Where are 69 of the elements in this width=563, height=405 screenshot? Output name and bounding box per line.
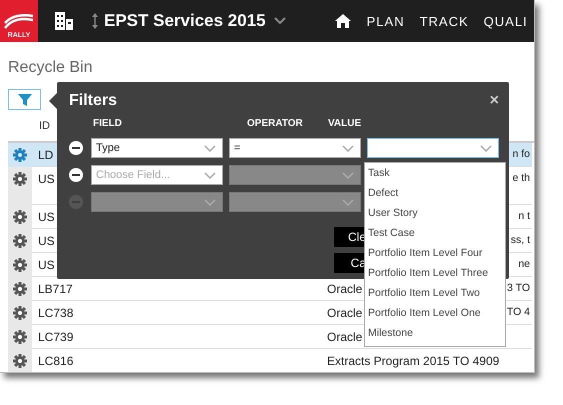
gear-icon — [13, 282, 27, 296]
row-gear-cell[interactable] — [8, 349, 32, 372]
building-icon[interactable] — [54, 11, 74, 31]
home-icon[interactable] — [334, 13, 352, 29]
chevron-down-icon — [342, 198, 354, 206]
nav-link[interactable]: TRACK — [420, 14, 469, 28]
name-cell-fragment: n fo — [512, 148, 530, 160]
value-dropdown[interactable] — [367, 138, 499, 158]
menu-option[interactable]: Milestone — [365, 323, 505, 343]
id-cell: US — [38, 210, 55, 224]
name-cell-fragment: e th — [512, 172, 530, 184]
name-cell-fragment: ss, t — [510, 234, 530, 246]
gear-icon — [13, 148, 27, 162]
gear-icon — [13, 258, 27, 272]
id-cell: US — [38, 172, 55, 186]
chevron-down-icon — [204, 144, 216, 152]
id-cell: LD — [38, 148, 54, 162]
gear-icon — [13, 354, 27, 368]
nav-link[interactable]: PLAN — [366, 14, 405, 28]
name-cell: Oracle — [327, 330, 362, 344]
dialog-title: Filters — [69, 92, 118, 110]
name-cell-fragment: n t — [518, 210, 530, 222]
table-row[interactable]: LC816 Extracts Program 2015 TO 4909 — [32, 349, 532, 372]
id-cell: LC738 — [38, 306, 74, 320]
menu-option[interactable]: Portfolio Item Level Two — [365, 283, 505, 303]
gear-icon — [13, 234, 27, 248]
nav-link[interactable]: QUALI — [484, 14, 528, 28]
field-dropdown[interactable]: Type — [91, 138, 223, 158]
chevron-down-icon — [204, 198, 216, 206]
column-label: VALUE — [328, 118, 362, 129]
chevron-down-icon — [342, 144, 354, 152]
arcs-icon — [4, 14, 34, 30]
row-gear-cell[interactable] — [8, 143, 32, 167]
column-label: OPERATOR — [247, 118, 303, 129]
row-gear-cell[interactable] — [8, 167, 32, 205]
name-cell: Extracts Program 2015 TO 4909 — [327, 354, 500, 368]
operator-dropdown[interactable]: = — [229, 138, 361, 158]
gear-icon — [13, 172, 27, 186]
id-cell: LC739 — [38, 330, 74, 344]
gear-icon — [13, 210, 27, 224]
funnel-icon — [18, 92, 32, 106]
id-cell: US — [38, 234, 55, 248]
name-cell-fragment: TO 4 — [506, 306, 530, 318]
menu-option[interactable]: Portfolio Item Level One — [365, 303, 505, 323]
id-cell: LB717 — [38, 282, 73, 296]
close-button[interactable]: × — [490, 92, 499, 110]
id-cell: LC816 — [38, 354, 74, 368]
name-cell-fragment: 3 TO — [507, 282, 530, 294]
up-down-arrow-icon[interactable] — [91, 12, 99, 30]
gear-icon — [13, 330, 27, 344]
chevron-down-icon — [480, 144, 492, 152]
remove-icon[interactable] — [69, 168, 83, 182]
filter-button[interactable] — [8, 89, 41, 110]
project-name[interactable]: EPST Services 2015 — [104, 11, 266, 31]
id-cell: US — [38, 258, 55, 272]
menu-option[interactable]: Defect — [365, 183, 505, 203]
chevron-down-icon[interactable] — [274, 17, 286, 25]
menu-option[interactable]: Task — [365, 163, 505, 183]
chevron-down-icon — [342, 172, 354, 178]
menu-option[interactable]: User Story — [365, 203, 505, 223]
gear-icon — [13, 306, 27, 320]
page-title: Recycle Bin — [8, 59, 94, 78]
name-cell: Oracle — [327, 306, 362, 320]
remove-icon[interactable] — [69, 140, 83, 154]
chevron-down-icon — [204, 172, 216, 178]
column-header[interactable]: ID — [39, 120, 50, 132]
column-label: FIELD — [93, 118, 122, 129]
name-cell: Oracle — [327, 282, 362, 296]
name-cell-fragment: ne — [518, 258, 530, 270]
